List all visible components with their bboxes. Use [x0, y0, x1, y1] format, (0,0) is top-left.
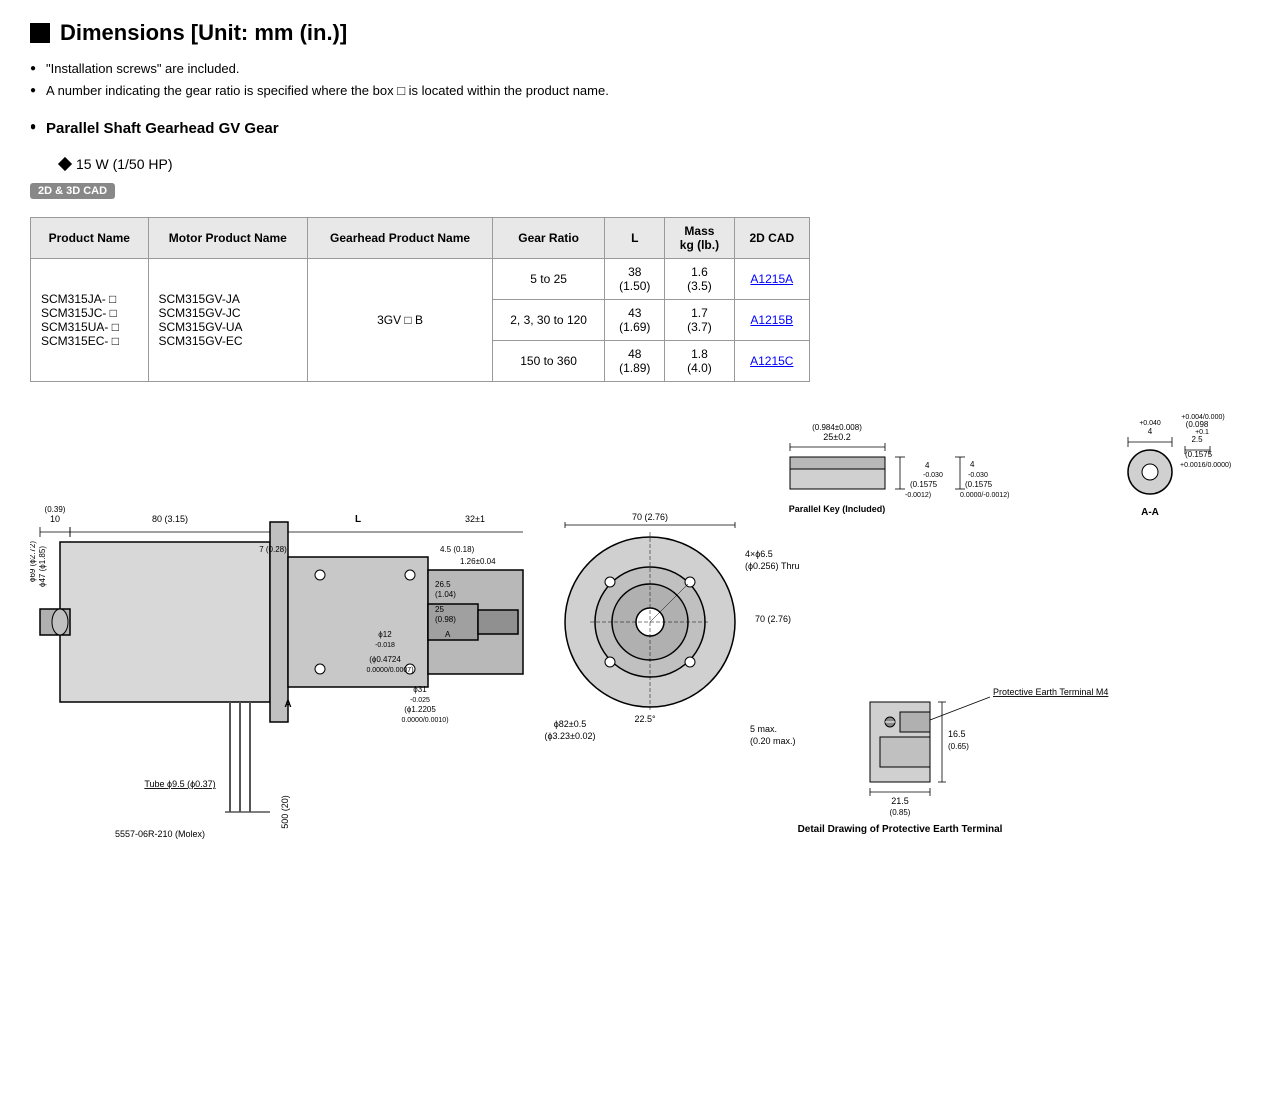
earth-dim-215: 21.5: [891, 796, 909, 806]
dim-500: 500 (20): [280, 795, 290, 829]
col-L: L: [605, 217, 665, 258]
dim-L: L: [355, 514, 361, 525]
gear-ratio-cell-3: 150 to 360: [493, 340, 605, 381]
key-dim-01575b: (0.1575: [965, 480, 993, 489]
product-name-cell: SCM315JA- □SCM315JC- □SCM315UA- □SCM315E…: [31, 258, 149, 381]
mass-cell-1: 1.6(3.5): [665, 258, 734, 299]
dimensions-table: Product Name Motor Product Name Gearhead…: [30, 217, 810, 382]
dim-phi31: ϕ31: [413, 685, 427, 694]
gearhead-name-cell: 3GV □ B: [308, 258, 493, 381]
dim-phi82: ϕ82±0.5: [554, 719, 587, 729]
dim-phi04724: (ϕ0.4724: [369, 655, 401, 664]
dim-265: 26.5: [435, 580, 451, 589]
dim-126: 1.26±0.04: [460, 557, 496, 566]
dim-5max: 5 max.: [750, 724, 777, 734]
earth-label: Protective Earth Terminal M4: [993, 687, 1108, 697]
col-gearhead-name: Gearhead Product Name: [308, 217, 493, 258]
key-dim-01575: (0.1575: [910, 480, 938, 489]
mass-cell-3: 1.8(4.0): [665, 340, 734, 381]
L-cell-2: 43(1.69): [605, 299, 665, 340]
key-dim-01575b-tol: 0.0000/-0.0012): [960, 492, 1009, 499]
page-title: Dimensions [Unit: mm (in.)]: [30, 20, 1250, 46]
L-cell-1: 38(1.50): [605, 258, 665, 299]
motor-name-cell: SCM315GV-JASCM315GV-JCSCM315GV-UASCM315G…: [148, 258, 308, 381]
dim-80: 80 (3.15): [152, 514, 188, 524]
earth-title: Detail Drawing of Protective Earth Termi…: [798, 824, 1003, 835]
aa-dim-0098-tol: +0.004/0.000): [1181, 414, 1224, 421]
table-row: SCM315JA- □SCM315JC- □SCM315UA- □SCM315E…: [31, 258, 810, 299]
dim-5557: 5557-06R-210 (Molex): [115, 829, 205, 839]
diamond-icon: [58, 157, 72, 171]
dim-70-top: 70 (2.76): [632, 512, 668, 522]
key-title: Parallel Key (Included): [789, 504, 886, 514]
aa-dim-01575: (0.1575: [1185, 450, 1213, 459]
dim-225deg: 22.5°: [634, 714, 656, 724]
key-dim-01575-tol: -0.0012): [905, 492, 931, 499]
key-dim-25: 25±0.2: [823, 432, 850, 442]
aa-dim-25: 2.5: [1191, 435, 1203, 444]
gear-ratio-cell-2: 2, 3, 30 to 120: [493, 299, 605, 340]
dim-phi323: (ϕ3.23±0.02): [544, 731, 595, 741]
dim-phi12-tol: -0.018: [375, 642, 395, 649]
cad-badge[interactable]: 2D & 3D CAD: [30, 183, 115, 199]
dim-4xphi65: 4×ϕ6.5: [745, 549, 773, 559]
dim-32: 32±1: [465, 514, 485, 524]
technical-drawing: 10 (0.39) 80 (3.15) L 32±1 7 (0.28) 4.5 …: [30, 412, 1250, 842]
aa-dim-0098: (0.098: [1186, 420, 1209, 429]
aa-title: A-A: [1141, 507, 1159, 518]
cad-cell-1[interactable]: A1215A: [734, 258, 809, 299]
dim-047-tol: 0.0000/0.0007): [366, 667, 413, 674]
dim-25-in: (0.98): [435, 615, 456, 624]
col-motor-name: Motor Product Name: [148, 217, 308, 258]
aa-dim-25-tol: +0.1: [1195, 429, 1209, 436]
dim-tube: Tube ϕ9.5 (ϕ0.37): [144, 779, 215, 789]
bullet-item-2: A number indicating the gear ratio is sp…: [30, 80, 1250, 102]
key-dim-25-in: (0.984±0.008): [812, 423, 862, 432]
earth-dim-165: 16.5: [948, 729, 966, 739]
cad-cell-2[interactable]: A1215B: [734, 299, 809, 340]
title-square-icon: [30, 23, 50, 43]
aa-dim-4: 4: [1148, 427, 1153, 436]
dim-70-right: 70 (2.76): [755, 614, 791, 624]
L-cell-3: 48(1.89): [605, 340, 665, 381]
sub-title: 15 W (1/50 HP): [60, 156, 1250, 172]
bullet-item-1: "Installation screws" are included.: [30, 58, 1250, 80]
dim-10-in: (0.39): [45, 505, 66, 514]
drawing-svg: 10 (0.39) 80 (3.15) L 32±1 7 (0.28) 4.5 …: [30, 412, 1250, 842]
dim-265-in: (1.04): [435, 590, 456, 599]
earth-dim-065: (0.65): [948, 742, 969, 751]
col-2d-cad: 2D CAD: [734, 217, 809, 258]
dim-phi12205: (ϕ1.2205: [404, 705, 436, 714]
col-mass: Masskg (lb.): [665, 217, 734, 258]
gear-ratio-cell-1: 5 to 25: [493, 258, 605, 299]
dim-10: 10: [50, 514, 60, 524]
section-title: ● Parallel Shaft Gearhead GV Gear: [30, 116, 1250, 142]
col-gear-ratio: Gear Ratio: [493, 217, 605, 258]
dim-phi0256: (ϕ0.256) Thru: [745, 561, 800, 571]
bullet-list: "Installation screws" are included. A nu…: [30, 58, 1250, 102]
aa-dim-040: +0.040: [1139, 420, 1161, 427]
dim-A-label: A: [445, 630, 451, 639]
section-header: ● Parallel Shaft Gearhead GV Gear: [30, 116, 1250, 142]
dim-phi69: ϕ69 (ϕ2.72): [30, 540, 37, 581]
key-dim-4: 4: [925, 461, 930, 470]
dim-45: 4.5 (0.18): [440, 545, 475, 554]
dim-020max: (0.20 max.): [750, 736, 796, 746]
key-dim-030: -0.030: [923, 472, 943, 479]
dim-phi12: ϕ12: [378, 630, 392, 639]
dim-7: 7 (0.28): [259, 545, 287, 554]
col-product-name: Product Name: [31, 217, 149, 258]
key-dim-4b: 4: [970, 460, 975, 469]
earth-dim-085: (0.85): [890, 808, 911, 817]
mass-cell-2: 1.7(3.7): [665, 299, 734, 340]
dim-25: 25: [435, 605, 444, 614]
cad-cell-3[interactable]: A1215C: [734, 340, 809, 381]
key-dim-030b: -0.030: [968, 472, 988, 479]
dim-phi12205-tol: 0.0000/0.0010): [401, 717, 448, 724]
dim-phi31-tol: -0.025: [410, 697, 430, 704]
dim-phi47: ϕ47 (ϕ1.85): [38, 545, 47, 586]
aa-dim-01575-tol: +0.0016/0.0000): [1180, 462, 1231, 469]
